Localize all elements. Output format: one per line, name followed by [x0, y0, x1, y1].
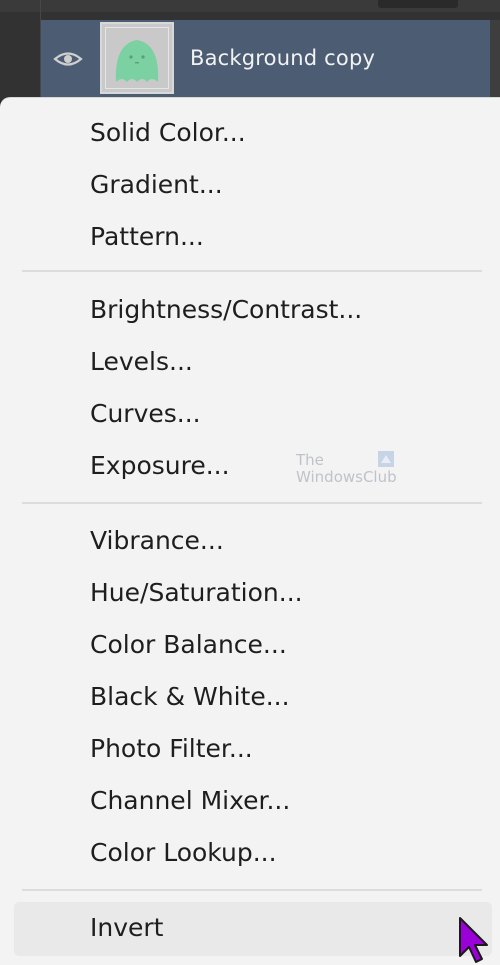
layer-name[interactable]: Background copy	[190, 46, 375, 70]
menu-item-color-balance[interactable]: Color Balance...	[90, 630, 287, 659]
menu-item-hover-highlight	[14, 902, 492, 956]
layers-panel: Background copy	[0, 0, 500, 100]
menu-item-hue-saturation[interactable]: Hue/Saturation...	[90, 578, 303, 607]
menu-item-black-white[interactable]: Black & White...	[90, 682, 290, 711]
menu-item-color-lookup[interactable]: Color Lookup...	[90, 838, 277, 867]
menu-item-brightness-contrast[interactable]: Brightness/Contrast...	[90, 295, 362, 324]
menu-item-solid-color[interactable]: Solid Color...	[90, 118, 246, 147]
menu-item-photo-filter[interactable]: Photo Filter...	[90, 734, 253, 763]
menu-item-levels[interactable]: Levels...	[90, 347, 193, 376]
menu-separator	[22, 889, 482, 891]
menu-separator	[22, 270, 482, 272]
menu-item-exposure[interactable]: Exposure...	[90, 451, 230, 480]
menu-item-channel-mixer[interactable]: Channel Mixer...	[90, 786, 290, 815]
eye-icon[interactable]	[53, 48, 83, 70]
scrollbar-thumb[interactable]	[378, 0, 458, 8]
menu-separator	[22, 502, 482, 504]
adjustment-layer-menu	[0, 97, 500, 965]
menu-item-pattern[interactable]: Pattern...	[90, 222, 204, 251]
menu-item-curves[interactable]: Curves...	[90, 399, 201, 428]
menu-item-gradient[interactable]: Gradient...	[90, 170, 223, 199]
menu-item-vibrance[interactable]: Vibrance...	[90, 526, 224, 555]
layer-thumbnail[interactable]	[100, 22, 174, 94]
watermark-line-2: WindowsClub	[296, 468, 397, 486]
layer-thumbnail-image	[102, 24, 172, 92]
watermark-logo-icon	[378, 451, 394, 467]
layers-scrollbar[interactable]	[490, 20, 500, 100]
panel-top-strip	[0, 0, 500, 12]
menu-item-invert[interactable]: Invert	[90, 913, 163, 942]
mouse-cursor-icon	[459, 917, 488, 963]
